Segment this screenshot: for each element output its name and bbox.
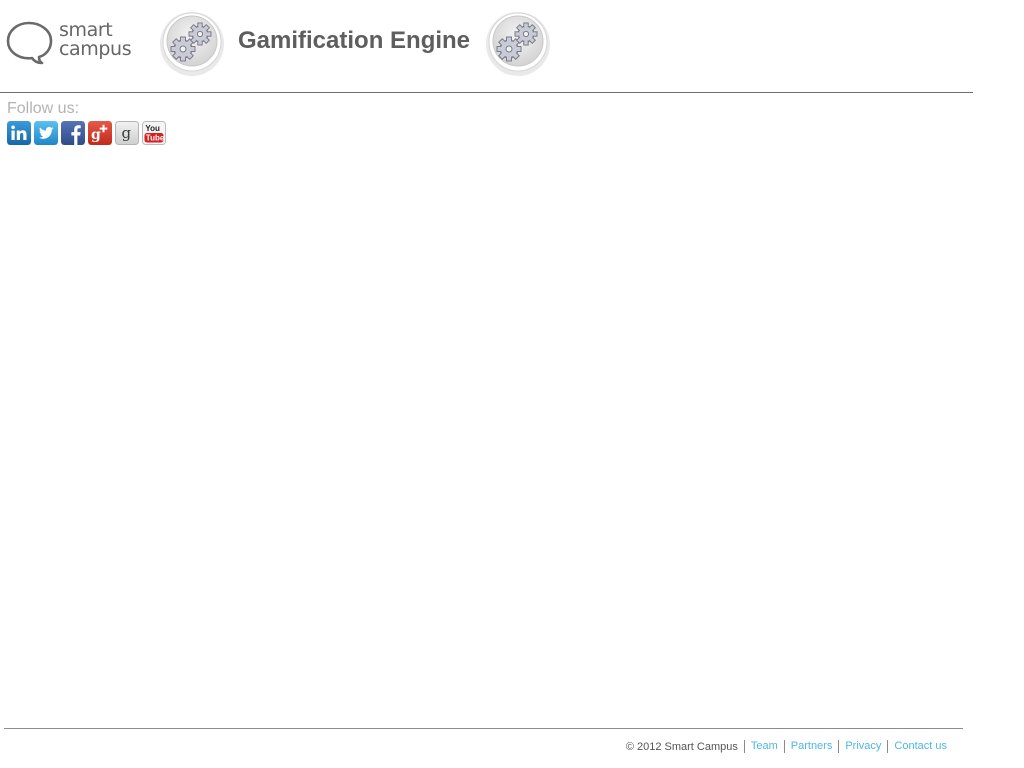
social-links: g g You Tube bbox=[7, 121, 166, 145]
youtube-link[interactable]: You Tube bbox=[142, 121, 166, 145]
linkedin-icon bbox=[7, 121, 31, 145]
gears-icon bbox=[485, 10, 551, 76]
youtube-icon: You Tube bbox=[142, 121, 166, 145]
twitter-icon bbox=[34, 121, 58, 145]
speech-bubble-icon bbox=[6, 21, 53, 65]
footer-link-privacy[interactable]: Privacy bbox=[838, 740, 887, 753]
smart-campus-logo[interactable]: smart campus bbox=[6, 20, 140, 68]
footer-divider bbox=[4, 728, 963, 729]
facebook-link[interactable] bbox=[61, 121, 85, 145]
svg-text:g: g bbox=[122, 124, 132, 142]
svg-text:You: You bbox=[145, 124, 160, 133]
copyright-text: © 2012 Smart Campus bbox=[625, 740, 738, 753]
follow-us-label: Follow us: bbox=[7, 100, 80, 117]
page-title: Gamification Engine bbox=[238, 27, 471, 54]
google-plus-icon: g bbox=[88, 121, 112, 145]
page: smart campus Gamification Engine Follow … bbox=[0, 0, 1024, 768]
footer-link-team[interactable]: Team bbox=[743, 740, 784, 753]
footer-link-partners[interactable]: Partners bbox=[783, 740, 839, 753]
footer-link-contact-us[interactable]: Contact us bbox=[887, 740, 947, 753]
goodreads-link[interactable]: g bbox=[115, 121, 139, 145]
linkedin-link[interactable] bbox=[7, 121, 31, 145]
gears-icon bbox=[159, 10, 225, 76]
goodreads-icon: g bbox=[115, 121, 139, 145]
footer: © 2012 Smart Campus Team Partners Privac… bbox=[626, 740, 947, 753]
google-plus-link[interactable]: g bbox=[88, 121, 112, 145]
svg-text:g: g bbox=[91, 127, 101, 143]
twitter-link[interactable] bbox=[34, 121, 58, 145]
header: smart campus Gamification Engine bbox=[0, 0, 973, 93]
svg-text:Tube: Tube bbox=[146, 134, 165, 143]
logo-text-campus: campus bbox=[59, 38, 132, 60]
facebook-icon bbox=[61, 121, 85, 145]
